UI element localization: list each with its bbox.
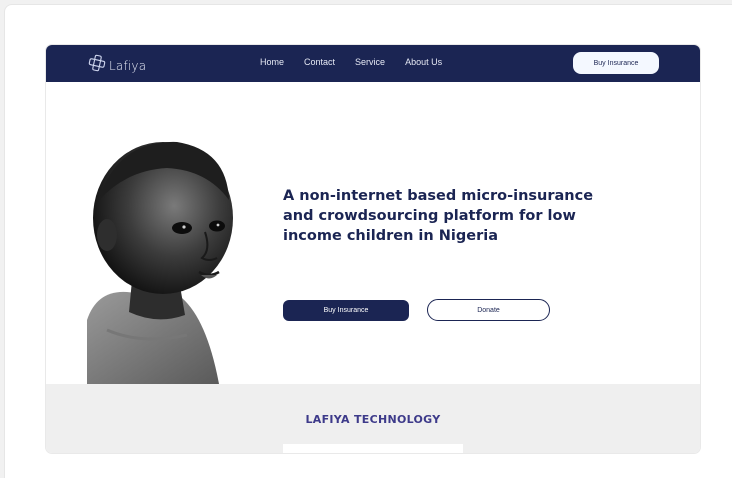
main-nav: Home Contact Service About Us	[260, 57, 462, 67]
hero-donate-button[interactable]: Donate	[427, 299, 550, 321]
nav-link-home[interactable]: Home	[260, 57, 284, 67]
nav-buy-insurance-button[interactable]: Buy Insurance	[573, 52, 659, 74]
brand-logo[interactable]: Lafiya	[88, 54, 146, 77]
nav-link-about-us[interactable]: About Us	[405, 57, 442, 67]
child-portrait-photo	[87, 130, 235, 384]
nav-link-contact[interactable]: Contact	[304, 57, 335, 67]
section-title: LAFIYA TECHNOLOGY	[305, 413, 441, 426]
nav-link-service[interactable]: Service	[355, 57, 385, 67]
hero-section: A non-internet based micro-insurance and…	[46, 82, 700, 384]
navbar: Lafiya Home Contact Service About Us Buy…	[46, 45, 700, 82]
brand-name: Lafiya	[109, 58, 147, 73]
website-frame: Lafiya Home Contact Service About Us Buy…	[46, 45, 700, 453]
medical-cross-outline-icon	[88, 54, 106, 77]
hero-buy-insurance-button[interactable]: Buy Insurance	[283, 300, 409, 321]
section-card-preview	[283, 444, 463, 453]
page-canvas: Lafiya Home Contact Service About Us Buy…	[4, 4, 732, 478]
technology-section: LAFIYA TECHNOLOGY	[46, 384, 700, 453]
hero-headline: A non-internet based micro-insurance and…	[283, 188, 594, 244]
